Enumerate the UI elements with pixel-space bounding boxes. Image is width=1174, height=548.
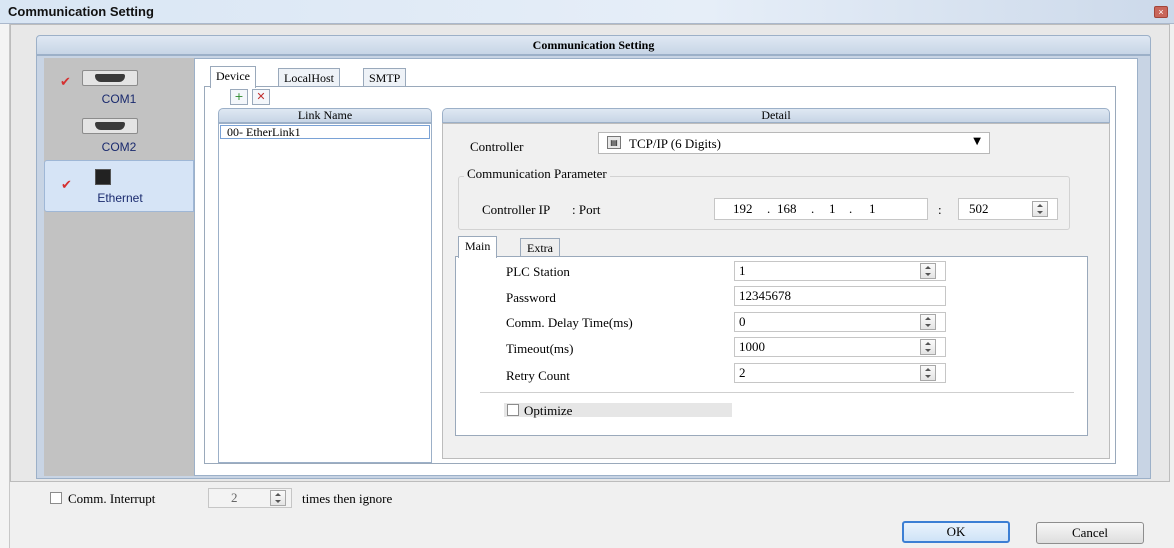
field-label: Comm. Delay Time(ms) <box>506 315 633 330</box>
delete-link-icon[interactable]: ✕ <box>252 89 270 105</box>
password-field[interactable]: 12345678 <box>734 286 946 306</box>
plc-station-spinner[interactable] <box>920 263 936 279</box>
serial-port-icon <box>82 70 138 86</box>
cancel-button[interactable]: Cancel <box>1036 522 1144 544</box>
field-value: 0 <box>739 314 746 329</box>
window-title: Communication Setting <box>8 4 154 19</box>
window-title-bar: Communication Setting × <box>0 0 1174 24</box>
list-item[interactable]: 00- EtherLink1 <box>220 125 430 139</box>
field-value: 1000 <box>739 339 765 354</box>
controller-ip-label: Controller IP <box>482 202 551 217</box>
tab-main[interactable]: Main <box>458 236 498 258</box>
sidebar-item-ethernet[interactable]: ✔ Ethernet <box>44 160 194 212</box>
sidebar-item-com2[interactable]: COM2 <box>44 112 194 162</box>
chevron-down-icon: ▼ <box>973 136 981 147</box>
serial-port-icon <box>82 118 138 134</box>
comm-interrupt-checkbox[interactable] <box>50 492 62 504</box>
add-link-icon[interactable]: + <box>230 89 248 105</box>
link-list: 00- EtherLink1 <box>218 123 432 463</box>
retry-count-spinner[interactable] <box>920 365 936 381</box>
ip-octet-4[interactable]: 1 <box>869 199 876 219</box>
sidebar-item-label: COM2 <box>101 140 137 154</box>
tab-localhost[interactable]: LocalHost <box>278 68 340 88</box>
comm-delay-spinner[interactable] <box>920 314 936 330</box>
port-sidebar: ✔ COM1 COM2 ✔ Ethernet <box>44 58 194 476</box>
times-suffix-label: times then ignore <box>302 491 393 506</box>
times-spinner[interactable] <box>270 490 286 506</box>
link-list-header: Link Name <box>218 108 432 123</box>
ip-octet-2[interactable]: 168 <box>777 199 797 219</box>
controller-label: Controller <box>470 139 524 154</box>
ip-address-field[interactable]: 192 . 168 . 1 . 1 <box>714 198 928 220</box>
window-left-edge <box>0 24 10 548</box>
field-label: Password <box>506 290 556 305</box>
tab-smtp[interactable]: SMTP <box>363 68 407 88</box>
plc-station-field[interactable]: 1 <box>734 261 946 281</box>
field-label: Timeout(ms) <box>506 341 574 356</box>
retry-count-field[interactable]: 2 <box>734 363 946 383</box>
field-label: PLC Station <box>506 264 570 279</box>
sidebar-item-label: Ethernet <box>97 191 143 205</box>
ip-dot: . <box>849 201 853 216</box>
close-icon[interactable]: × <box>1154 6 1168 18</box>
field-value: 1 <box>739 263 746 278</box>
panel-title: Communication Setting <box>36 35 1151 55</box>
sidebar-item-com1[interactable]: ✔ COM1 <box>44 64 194 114</box>
divider <box>480 392 1074 393</box>
field-value: 2 <box>739 365 746 380</box>
times-value: 2 <box>231 490 238 505</box>
check-icon: ✔ <box>61 178 72 193</box>
network-icon: ▤ <box>607 136 621 149</box>
port-label: : Port <box>572 202 601 217</box>
comm-delay-field[interactable]: 0 <box>734 312 946 332</box>
field-label: Retry Count <box>506 368 570 383</box>
optimize-label: Optimize <box>524 403 573 418</box>
comm-interrupt-label: Comm. Interrupt <box>68 491 156 506</box>
port-spinner[interactable] <box>1032 201 1048 217</box>
controller-select[interactable]: ▤ TCP/IP (6 Digits) ▼ <box>598 132 990 154</box>
sidebar-item-label: COM1 <box>101 92 137 106</box>
ethernet-port-icon <box>95 169 111 185</box>
detail-header: Detail <box>442 108 1110 123</box>
ip-dot: . <box>811 201 815 216</box>
field-value: 12345678 <box>739 288 791 303</box>
port-colon: : <box>938 202 942 217</box>
group-title: Communication Parameter <box>464 166 610 182</box>
port-value: 502 <box>969 201 989 216</box>
tab-device[interactable]: Device <box>210 66 256 88</box>
tab-extra[interactable]: Extra <box>520 238 560 258</box>
check-icon: ✔ <box>60 75 71 90</box>
ip-octet-3[interactable]: 1 <box>829 199 836 219</box>
optimize-checkbox[interactable] <box>507 404 519 416</box>
ip-dot: . <box>767 201 771 216</box>
timeout-field[interactable]: 1000 <box>734 337 946 357</box>
ip-octet-1[interactable]: 192 <box>733 199 753 219</box>
timeout-spinner[interactable] <box>920 339 936 355</box>
ok-button[interactable]: OK <box>902 521 1010 543</box>
controller-value: TCP/IP (6 Digits) <box>629 136 721 151</box>
